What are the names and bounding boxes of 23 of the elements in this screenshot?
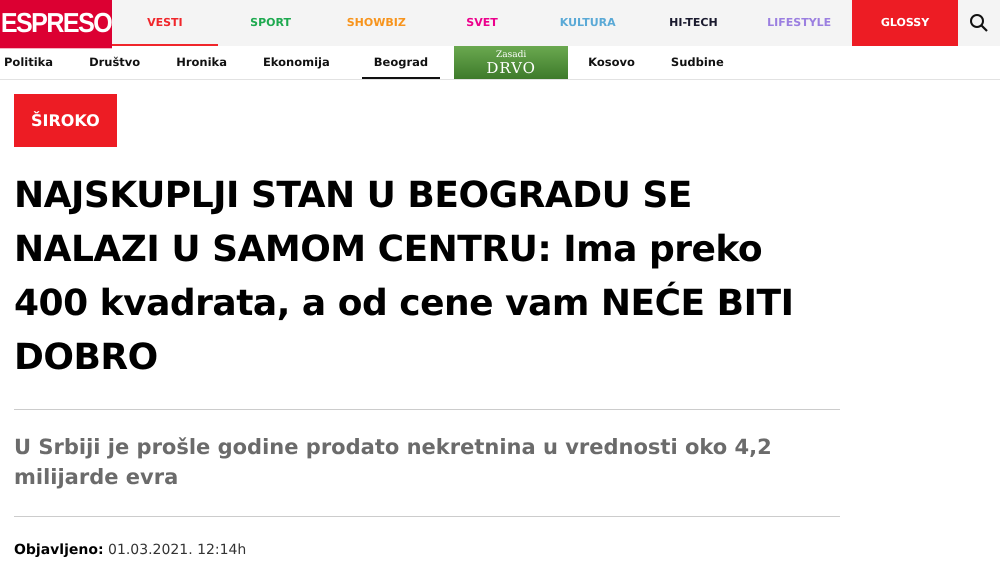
- category-link[interactable]: Sudbine: [666, 46, 742, 79]
- nav-link[interactable]: VESTI: [112, 0, 218, 46]
- nav-link[interactable]: SVET: [429, 0, 535, 46]
- nav-link[interactable]: LIFESTYLE: [746, 0, 852, 46]
- nav-link[interactable]: HI-TECH: [640, 0, 746, 46]
- promo-banner[interactable]: Zasadi DRVO: [454, 46, 568, 79]
- published-date: 01.03.2021. 12:14h: [108, 542, 246, 558]
- category-link[interactable]: Društvo: [85, 46, 158, 79]
- nav-link[interactable]: GLOSSY: [852, 0, 958, 46]
- category-link[interactable]: Ekonomija: [258, 46, 348, 79]
- banner-text: DRVO: [486, 60, 536, 76]
- category-link[interactable]: Hronika: [172, 46, 245, 79]
- article-title: NAJSKUPLJI STAN U BEOGRADU SE NALAZI U SAMOM CENTRU: Ima preko 400 kvadrata, a od cene vam NEĆE BITI DOBRO: [14, 174, 794, 380]
- article-lead: U Srbiji je prošle godine prodato nekretnina u vrednosti oko 4,2 milijarde evra: [14, 434, 773, 491]
- published-label: Objavljeno:: [14, 542, 104, 558]
- category-link[interactable]: Politika: [0, 46, 72, 79]
- category-tag[interactable]: ŠIROKO: [14, 94, 117, 147]
- nav-link[interactable]: SPORT: [218, 0, 324, 46]
- banner-text: Zasadi: [496, 50, 526, 60]
- category-link[interactable]: Beograd: [362, 46, 440, 79]
- category-link[interactable]: Kosovo: [584, 46, 653, 79]
- search-icon[interactable]: [969, 13, 990, 33]
- logo[interactable]: ESPRESO: [0, 0, 112, 48]
